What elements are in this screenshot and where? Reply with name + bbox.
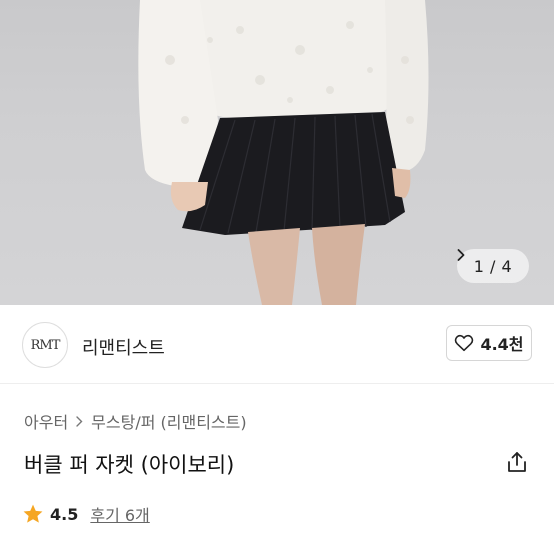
breadcrumb: 아우터 무스탕/퍼 (리맨티스트) xyxy=(24,409,247,433)
product-title: 버클 퍼 자켓 (아이보리) xyxy=(24,453,235,477)
breadcrumb-item-subcategory[interactable]: 무스탕/퍼 (리맨티스트) xyxy=(91,409,246,433)
chevron-right-icon xyxy=(76,415,83,427)
brand-row: RMT 리맨티스트 4.4천 xyxy=(0,305,554,384)
rating-score: 4.5 xyxy=(50,504,79,524)
chevron-right-icon xyxy=(457,249,465,261)
star-icon xyxy=(23,504,43,523)
brand-logo[interactable]: RMT xyxy=(22,322,68,368)
breadcrumb-item-category[interactable]: 아우터 xyxy=(24,409,68,433)
rating-row: 4.5 후기 6개 xyxy=(22,502,150,526)
like-count: 4.4천 xyxy=(480,335,524,354)
share-button[interactable] xyxy=(505,450,529,474)
like-button[interactable]: 4.4천 xyxy=(446,325,532,361)
share-icon xyxy=(508,452,526,472)
review-count-link[interactable]: 후기 6개 xyxy=(90,502,149,526)
image-counter-text: 1 / 4 xyxy=(473,256,513,276)
brand-name[interactable]: 리맨티스트 xyxy=(82,334,165,360)
product-image[interactable]: 1 / 4 xyxy=(0,0,554,305)
image-counter-button[interactable]: 1 / 4 xyxy=(457,249,529,283)
heart-outline-icon xyxy=(455,334,474,352)
